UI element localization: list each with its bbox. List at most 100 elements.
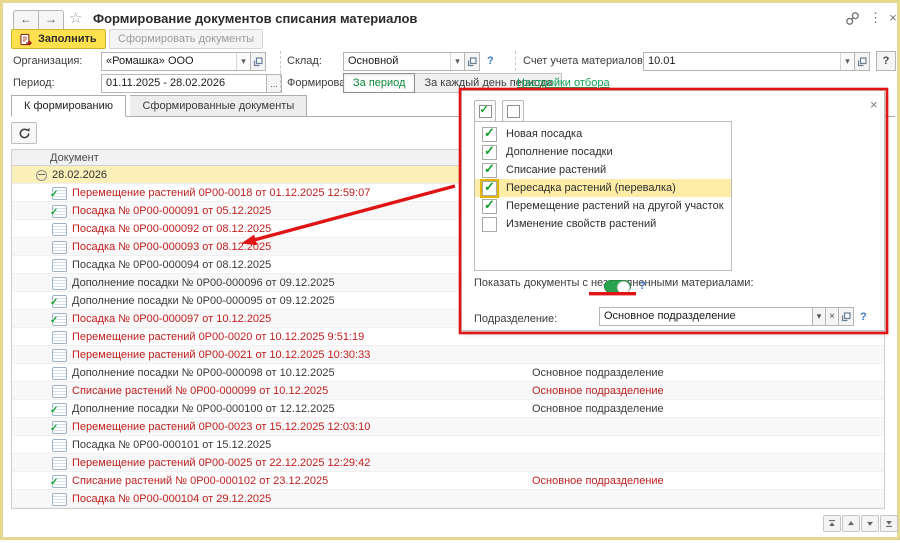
- tab-generated-documents[interactable]: Сформированные документы: [130, 95, 307, 117]
- row-navigation: [823, 515, 898, 532]
- popup-close-icon[interactable]: ×: [870, 98, 878, 111]
- uncheck-all-button[interactable]: [502, 100, 524, 122]
- document-type-item[interactable]: Дополнение посадки: [475, 143, 731, 161]
- document-title: Посадка № 0Р00-000097 от 10.12.2025: [72, 310, 271, 328]
- document-title: Посадка № 0Р00-000093 от 08.12.2025: [72, 238, 271, 256]
- account-label: Счет учета материалов:: [523, 52, 646, 71]
- history-nav: ← →: [13, 10, 64, 31]
- document-icon: [52, 493, 67, 506]
- warehouse-label: Склад:: [287, 52, 322, 71]
- document-title: Посадка № 0Р00-000094 от 08.12.2025: [72, 256, 271, 274]
- period-field[interactable]: 01.11.2025 - 28.02.2026: [101, 74, 267, 93]
- document-icon: [52, 331, 67, 344]
- department-clear-icon[interactable]: ×: [825, 307, 839, 326]
- organization-field[interactable]: «Ромашка» ООО ▾: [101, 52, 251, 71]
- department-label: Подразделение:: [474, 310, 557, 329]
- table-row[interactable]: Дополнение посадки № 0Р00-000100 от 12.1…: [12, 400, 884, 418]
- checked-checkbox-icon[interactable]: [482, 163, 497, 178]
- document-type-item[interactable]: Пересадка растений (перевалка): [475, 179, 731, 197]
- account-value: 10.01: [644, 53, 840, 70]
- go-down-button[interactable]: [861, 515, 879, 532]
- chevron-down-icon[interactable]: ▾: [450, 53, 464, 70]
- document-title: Дополнение посадки № 0Р00-000098 от 10.1…: [72, 364, 335, 382]
- document-title: Списание растений № 0Р00-000102 от 23.12…: [72, 472, 328, 490]
- account-field[interactable]: 10.01 ▾: [643, 52, 855, 71]
- department-dropdown-icon[interactable]: ▾: [812, 307, 826, 326]
- more-menu-icon[interactable]: ⋮: [869, 10, 881, 26]
- table-row[interactable]: Списание растений № 0Р00-000102 от 23.12…: [12, 472, 884, 490]
- checked-checkbox-icon[interactable]: [482, 145, 497, 160]
- warehouse-help-icon[interactable]: ?: [487, 52, 494, 71]
- period-value: 01.11.2025 - 28.02.2026: [102, 75, 266, 92]
- fill-button-label: Заполнить: [38, 33, 97, 45]
- warehouse-open-icon[interactable]: [464, 52, 480, 71]
- checked-checkbox-icon[interactable]: [482, 181, 497, 196]
- toggle-knob: [617, 281, 630, 294]
- department-field[interactable]: Основное подразделение: [599, 307, 813, 326]
- document-type-label: Изменение свойств растений: [506, 218, 656, 230]
- table-row[interactable]: Списание растений № 0Р00-000099 от 10.12…: [12, 382, 884, 400]
- document-type-label: Новая посадка: [506, 128, 582, 140]
- check-all-button[interactable]: [474, 100, 496, 122]
- warehouse-field[interactable]: Основной ▾: [343, 52, 465, 71]
- account-open-icon[interactable]: [854, 52, 870, 71]
- group-date: 28.02.2026: [52, 166, 107, 184]
- close-window-icon[interactable]: ×: [887, 10, 899, 25]
- organization-open-icon[interactable]: [250, 52, 266, 71]
- fill-icon: [20, 33, 33, 46]
- form-help-button[interactable]: ?: [876, 51, 896, 71]
- organization-label: Организация:: [13, 52, 82, 71]
- document-type-item[interactable]: Новая посадка: [475, 125, 731, 143]
- chevron-down-icon[interactable]: ▾: [236, 53, 250, 70]
- favorite-star-icon[interactable]: ☆: [69, 10, 82, 28]
- tab-to-generate[interactable]: К формированию: [11, 95, 126, 117]
- unchecked-checkbox-icon[interactable]: [482, 217, 497, 232]
- document-title: Перемещение растений 0Р00-0023 от 15.12.…: [72, 418, 370, 436]
- go-last-button[interactable]: [880, 515, 898, 532]
- table-row[interactable]: Перемещение растений 0Р00-0025 от 22.12.…: [12, 454, 884, 472]
- document-title: Перемещение растений 0Р00-0018 от 01.12.…: [72, 184, 370, 202]
- checked-checkbox-icon[interactable]: [482, 199, 497, 214]
- document-icon: [52, 349, 67, 362]
- go-up-button[interactable]: [842, 515, 860, 532]
- document-type-label: Пересадка растений (перевалка): [506, 182, 676, 194]
- table-row[interactable]: Перемещение растений 0Р00-0021 от 10.12.…: [12, 346, 884, 364]
- document-title: Перемещение растений 0Р00-0020 от 10.12.…: [72, 328, 364, 346]
- document-title: Посадка № 0Р00-000091 от 05.12.2025: [72, 202, 271, 220]
- checked-checkbox-icon[interactable]: [482, 127, 497, 142]
- document-department: Основное подразделение: [532, 364, 664, 382]
- posted-document-icon: [52, 313, 67, 326]
- document-title: Дополнение посадки № 0Р00-000095 от 09.1…: [72, 292, 335, 310]
- collapse-icon[interactable]: [36, 170, 47, 181]
- show-unfilled-toggle[interactable]: [604, 280, 631, 293]
- checked-checkbox-icon: [479, 105, 492, 118]
- department-open-icon[interactable]: [838, 307, 854, 326]
- filter-popup: × Новая посадка Дополнение посадкиСписани…: [461, 90, 885, 331]
- refresh-button[interactable]: [11, 122, 37, 144]
- back-button[interactable]: ←: [13, 10, 39, 31]
- table-row[interactable]: Посадка № 0Р00-000101 от 15.12.2025: [12, 436, 884, 454]
- chevron-down-icon[interactable]: ▾: [840, 53, 854, 70]
- department-help-icon[interactable]: ?: [860, 308, 867, 327]
- table-row[interactable]: Перемещение растений 0Р00-0023 от 15.12.…: [12, 418, 884, 436]
- posted-document-icon: [52, 295, 67, 308]
- posted-document-icon: [52, 421, 67, 434]
- document-type-item[interactable]: Списание растений: [475, 161, 731, 179]
- document-department: Основное подразделение: [532, 400, 664, 418]
- mode-period-button[interactable]: За период: [343, 73, 415, 93]
- document-title: Посадка № 0Р00-000104 от 29.12.2025: [72, 490, 271, 508]
- posted-document-icon: [52, 403, 67, 416]
- toggle-help-icon[interactable]: ?: [639, 277, 646, 296]
- document-icon: [52, 259, 67, 272]
- divider: [515, 51, 516, 71]
- fill-button[interactable]: Заполнить: [11, 29, 106, 49]
- go-first-button[interactable]: [823, 515, 841, 532]
- document-type-item[interactable]: Изменение свойств растений: [475, 215, 731, 233]
- table-row[interactable]: Дополнение посадки № 0Р00-000098 от 10.1…: [12, 364, 884, 382]
- forward-button[interactable]: →: [39, 10, 64, 31]
- generate-documents-button[interactable]: Сформировать документы: [109, 29, 263, 49]
- link-icon[interactable]: [845, 11, 860, 26]
- department-value: Основное подразделение: [600, 308, 812, 325]
- table-row[interactable]: Посадка № 0Р00-000104 от 29.12.2025: [12, 490, 884, 508]
- document-type-item[interactable]: Перемещение растений на другой участок: [475, 197, 731, 215]
